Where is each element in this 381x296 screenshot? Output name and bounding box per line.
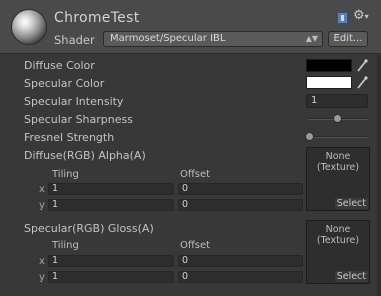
specular-intensity-label: Specular Intensity bbox=[24, 95, 124, 108]
specular-sharpness-slider-knob[interactable] bbox=[332, 114, 342, 123]
fresnel-strength-slider-knob[interactable] bbox=[305, 132, 314, 141]
specular-color-swatch[interactable] bbox=[306, 76, 352, 89]
fresnel-strength-label: Fresnel Strength bbox=[24, 131, 115, 144]
axis-x-label: x bbox=[39, 256, 45, 267]
specular-texture-label: Specular(RGB) Gloss(A) bbox=[24, 222, 154, 235]
offset-y-field[interactable]: 0 bbox=[178, 271, 303, 283]
specular-intensity-field[interactable]: 1 bbox=[306, 94, 368, 108]
texture-select-button[interactable]: Select bbox=[334, 198, 368, 209]
offset-y-field[interactable]: 0 bbox=[178, 199, 303, 211]
tiling-header: Tiling bbox=[52, 240, 79, 251]
offset-header: Offset bbox=[180, 240, 211, 251]
fresnel-strength-slider[interactable] bbox=[308, 136, 368, 138]
axis-x-label: x bbox=[39, 184, 45, 195]
offset-x-field[interactable]: 0 bbox=[178, 183, 303, 195]
shader-dropdown-value: Marmoset/Specular IBL bbox=[110, 33, 226, 44]
texture-none-text: None (Texture) bbox=[316, 224, 360, 246]
eyedropper-icon[interactable] bbox=[356, 76, 368, 89]
gear-icon[interactable]: ⚙▾ bbox=[353, 9, 369, 24]
eyedropper-icon[interactable] bbox=[356, 59, 368, 72]
axis-y-label: y bbox=[39, 200, 45, 211]
texture-none-text: None (Texture) bbox=[316, 151, 360, 173]
diffuse-texture-label: Diffuse(RGB) Alpha(A) bbox=[24, 149, 146, 162]
specular-color-label: Specular Color bbox=[24, 77, 105, 90]
shader-dropdown[interactable]: Marmoset/Specular IBL ▲▼ bbox=[103, 31, 323, 47]
material-sphere-icon bbox=[12, 10, 46, 44]
specular-sharpness-label: Specular Sharpness bbox=[24, 113, 133, 126]
chevron-updown-icon: ▲▼ bbox=[305, 34, 318, 43]
texture-select-button[interactable]: Select bbox=[334, 271, 368, 282]
scrollbar[interactable] bbox=[377, 55, 381, 296]
offset-header: Offset bbox=[180, 169, 211, 180]
diffuse-color-label: Diffuse Color bbox=[24, 59, 95, 72]
diffuse-texture-slot[interactable]: None (Texture) Select bbox=[306, 147, 370, 211]
offset-x-field[interactable]: 0 bbox=[178, 255, 303, 267]
tiling-y-field[interactable]: 1 bbox=[48, 271, 174, 283]
edit-shader-button[interactable]: Edit... bbox=[328, 31, 368, 47]
tiling-y-field[interactable]: 1 bbox=[48, 199, 174, 211]
diffuse-color-swatch[interactable] bbox=[306, 59, 352, 72]
specular-texture-slot[interactable]: None (Texture) Select bbox=[306, 220, 370, 284]
material-header: ChromeTest ⚙▾ Shader Marmoset/Specular I… bbox=[0, 0, 381, 54]
tiling-header: Tiling bbox=[52, 169, 79, 180]
tiling-x-field[interactable]: 1 bbox=[48, 255, 174, 267]
tiling-x-field[interactable]: 1 bbox=[48, 183, 174, 195]
axis-y-label: y bbox=[39, 272, 45, 283]
help-book-icon[interactable] bbox=[337, 12, 348, 24]
material-name: ChromeTest bbox=[54, 10, 140, 26]
shader-label: Shader bbox=[54, 33, 95, 47]
